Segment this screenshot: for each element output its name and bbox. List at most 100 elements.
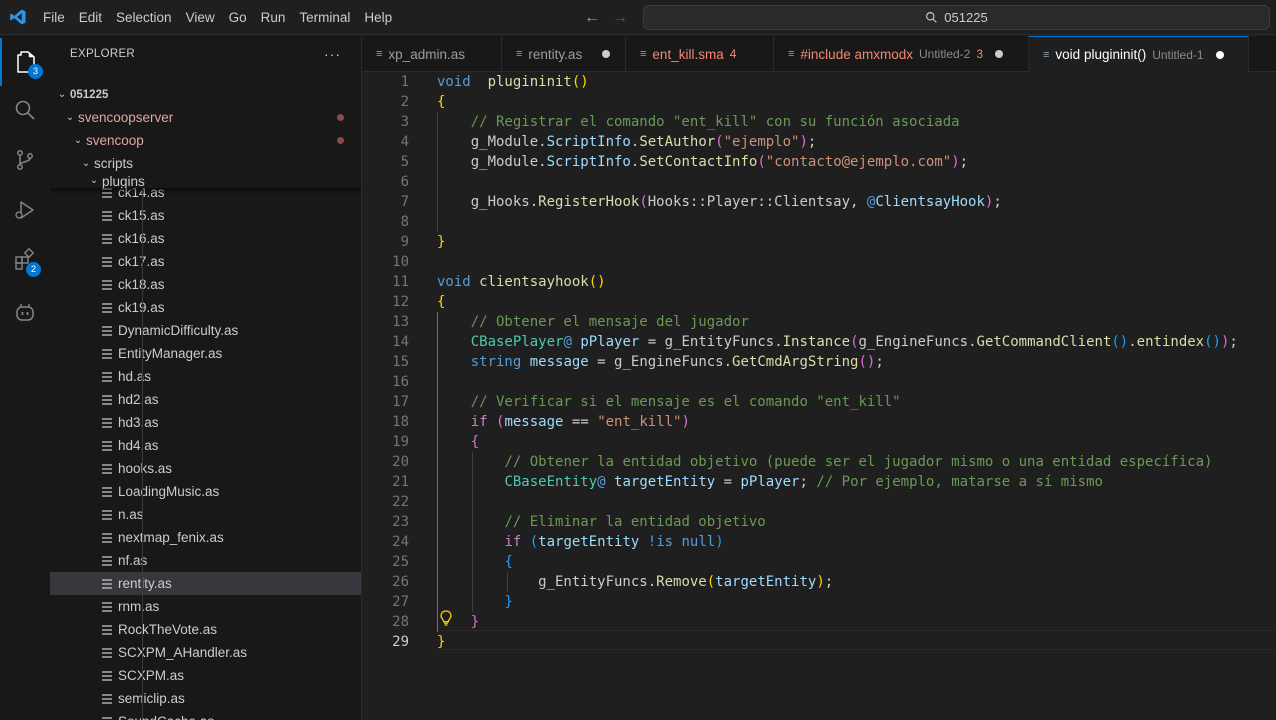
file-item[interactable]: nextmap_fenix.as: [50, 526, 361, 549]
command-center-search[interactable]: 051225: [643, 5, 1270, 30]
explorer-sidebar: EXPLORER ··· ⌄ 051225 ⌄ svencoopserver ⌄…: [50, 36, 362, 720]
tab-include-amxmodx[interactable]: ≡ #include amxmodx Untitled-2 3: [774, 36, 1029, 72]
line-number: 16: [392, 374, 409, 390]
tree-folder-scripts[interactable]: ⌄ scripts: [50, 152, 361, 175]
back-arrow-icon[interactable]: ←: [584, 9, 600, 27]
file-item[interactable]: EntityManager.as: [50, 342, 361, 365]
menu-help[interactable]: Help: [357, 0, 399, 35]
code-line: 22: [362, 492, 1276, 512]
file-item[interactable]: DynamicDifficulty.as: [50, 319, 361, 342]
search-activity[interactable]: [0, 86, 50, 134]
tree-root-folder[interactable]: ⌄ 051225: [50, 83, 361, 106]
file-label: LoadingMusic.as: [118, 484, 220, 499]
unsaved-dot-icon[interactable]: [602, 50, 611, 58]
file-lines-icon: [100, 623, 114, 637]
code-token: string: [470, 354, 522, 370]
file-item[interactable]: rentity.as: [50, 572, 361, 595]
code-token: (): [571, 74, 589, 90]
code-line: 26 g_EntityFuncs.Remove(targetEntity);: [362, 572, 1276, 592]
problem-count: 4: [729, 47, 737, 61]
file-item[interactable]: hd3.as: [50, 411, 361, 434]
file-item[interactable]: LoadingMusic.as: [50, 480, 361, 503]
extensions-activity[interactable]: 2: [0, 236, 50, 284]
tab-xp-admin[interactable]: ≡ xp_admin.as: [362, 36, 502, 72]
tab-ent-kill[interactable]: ≡ ent_kill.sma 4: [626, 36, 774, 72]
code-line: 8: [362, 212, 1276, 232]
file-label: semiclip.as: [118, 691, 185, 706]
tab-void-plugininit[interactable]: ≡ void plugininit() Untitled-1: [1029, 36, 1249, 72]
more-actions-icon[interactable]: ···: [324, 46, 341, 62]
file-item[interactable]: SoundCache.as: [50, 710, 361, 720]
file-item[interactable]: ck19.as: [50, 296, 361, 319]
menu-terminal[interactable]: Terminal: [292, 0, 357, 35]
code-token: "ent_kill": [597, 414, 682, 430]
tab-description: Untitled-1: [1152, 47, 1204, 62]
file-item[interactable]: hd.as: [50, 365, 361, 388]
code-text: CBasePlayer@ pPlayer = g_EntityFuncs.Ins…: [437, 332, 1238, 352]
code-text: g_Module.ScriptInfo.SetContactInfo("cont…: [437, 152, 968, 172]
menu-edit[interactable]: Edit: [72, 0, 109, 35]
code-line: 24 if (targetEntity !is null): [362, 532, 1276, 552]
menu-bar: File Edit Selection View Go Run Terminal…: [36, 0, 399, 35]
file-item[interactable]: nf.as: [50, 549, 361, 572]
file-item[interactable]: hooks.as: [50, 457, 361, 480]
file-item[interactable]: ck17.as: [50, 250, 361, 273]
file-item[interactable]: SCXPM_AHandler.as: [50, 641, 361, 664]
code-token: (: [757, 154, 766, 170]
code-token: ;: [875, 354, 884, 370]
lightbulb-icon[interactable]: [439, 610, 453, 626]
code-token: }: [437, 634, 446, 650]
menu-selection[interactable]: Selection: [109, 0, 179, 35]
file-lines-icon: ≡: [1043, 48, 1050, 61]
source-control-activity[interactable]: [0, 136, 50, 184]
file-item[interactable]: rnm.as: [50, 595, 361, 618]
search-text: 051225: [944, 10, 988, 25]
code-token: (): [1111, 334, 1129, 350]
menu-go[interactable]: Go: [222, 0, 254, 35]
tab-label: void plugininit(): [1055, 47, 1147, 62]
forward-arrow-icon[interactable]: →: [612, 9, 628, 27]
menu-run[interactable]: Run: [254, 0, 293, 35]
file-item[interactable]: hd4.as: [50, 434, 361, 457]
file-label: SCXPM_AHandler.as: [118, 645, 248, 660]
code-token: .: [1128, 334, 1137, 350]
code-token: @: [563, 334, 572, 350]
code-token: @: [597, 474, 606, 490]
code-text: string message = g_EngineFuncs.GetCmdArg…: [437, 352, 884, 372]
file-lines-icon: [100, 278, 114, 292]
menu-view[interactable]: View: [179, 0, 222, 35]
file-label: hd.as: [118, 369, 152, 384]
file-item[interactable]: ck15.as: [50, 204, 361, 227]
code-editor[interactable]: 1 void plugininit() 2{3 // Registrar el co…: [362, 72, 1276, 720]
code-token: =: [715, 474, 741, 490]
code-line: 18 if (message == "ent_kill"): [362, 412, 1276, 432]
code-token: = g_EngineFuncs.: [588, 354, 733, 370]
tree-folder-plugins[interactable]: ⌄ plugins: [50, 175, 361, 188]
file-item[interactable]: hd2.as: [50, 388, 361, 411]
tree-folder-svencoopserver[interactable]: ⌄ svencoopserver: [50, 106, 361, 129]
tree-folder-svencoop[interactable]: ⌄ svencoop: [50, 129, 361, 152]
file-item[interactable]: ck16.as: [50, 227, 361, 250]
code-token: if: [470, 414, 488, 430]
explorer-activity[interactable]: 3: [0, 38, 50, 86]
code-line: 11 void clientsayhook(): [362, 272, 1276, 292]
unsaved-dot-icon[interactable]: [995, 50, 1004, 58]
file-lines-icon: [100, 646, 114, 660]
unsaved-dot-icon[interactable]: [1215, 50, 1224, 59]
run-debug-activity[interactable]: [0, 186, 50, 234]
menu-file[interactable]: File: [36, 0, 72, 35]
file-item[interactable]: semiclip.as: [50, 687, 361, 710]
tab-rentity[interactable]: ≡ rentity.as: [502, 36, 626, 72]
file-item[interactable]: n.as: [50, 503, 361, 526]
file-item[interactable]: SCXPM.as: [50, 664, 361, 687]
code-token: GetCommandClient: [976, 334, 1112, 350]
file-item[interactable]: RockTheVote.as: [50, 618, 361, 641]
copilot-activity[interactable]: [0, 288, 50, 336]
file-item[interactable]: ck18.as: [50, 273, 361, 296]
file-label: hd2.as: [118, 392, 159, 407]
file-lines-icon: [100, 531, 114, 545]
code-token: g_Module.: [437, 154, 547, 170]
file-lines-icon: [100, 577, 114, 591]
